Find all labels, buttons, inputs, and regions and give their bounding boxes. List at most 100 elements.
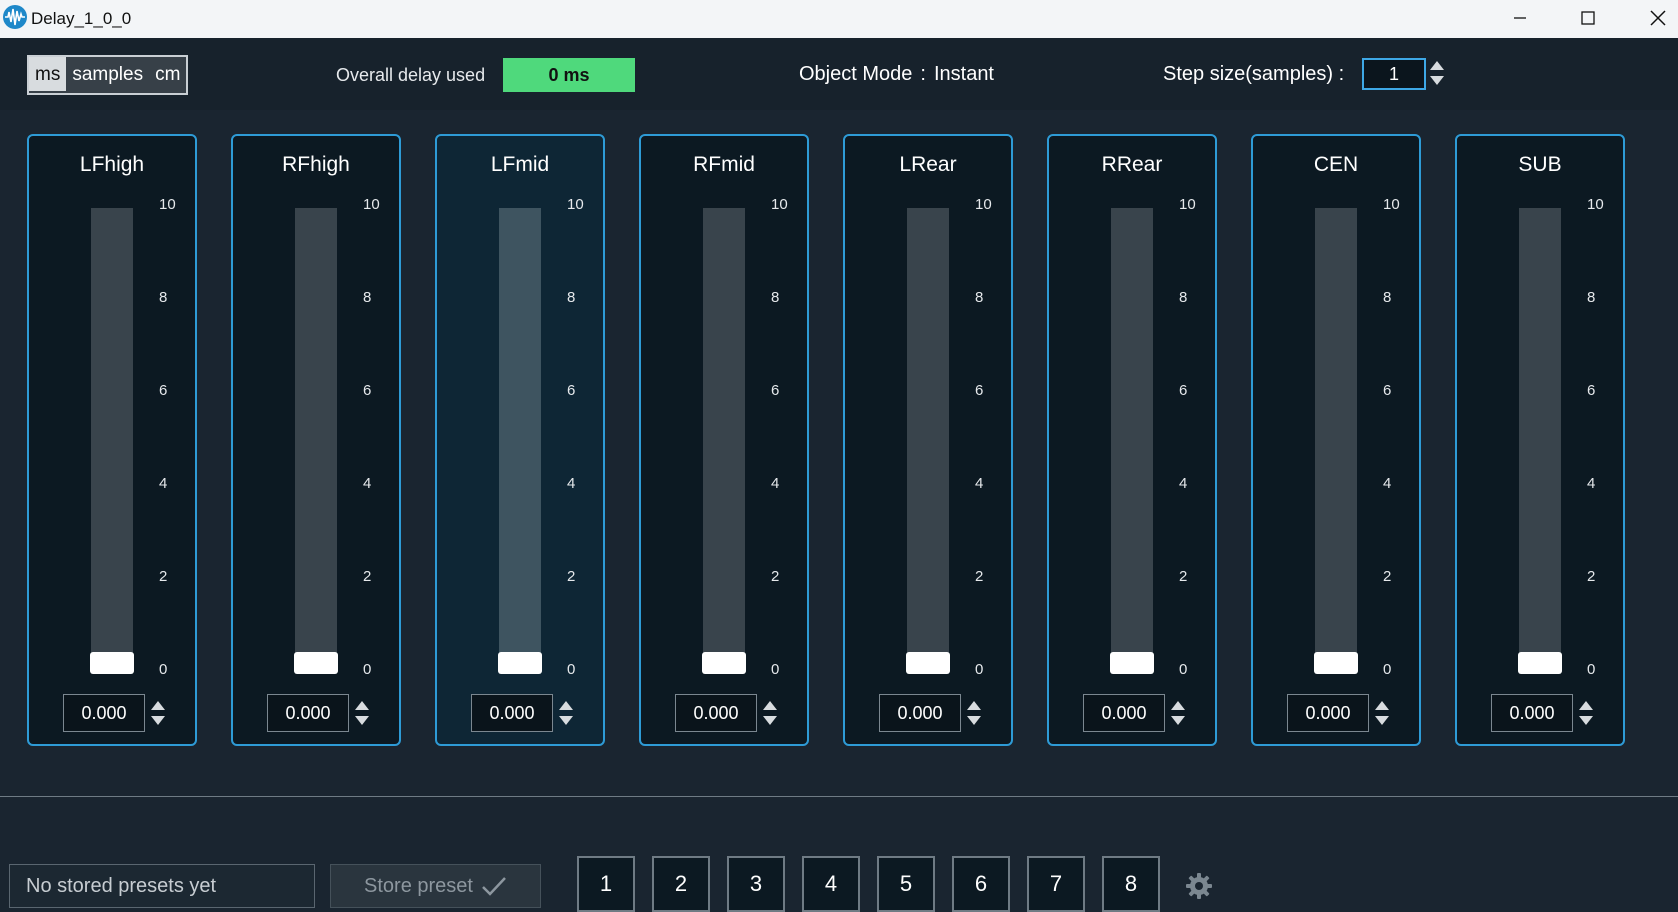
delay-slider-track[interactable] bbox=[907, 208, 949, 672]
scale-tick: 10 bbox=[975, 196, 992, 213]
minimize-button[interactable] bbox=[1492, 0, 1548, 36]
delay-slider-track[interactable] bbox=[91, 208, 133, 672]
delay-value-input[interactable]: 0.000 bbox=[267, 694, 349, 732]
waveform-icon bbox=[3, 5, 27, 29]
preset-slot-button[interactable]: 5 bbox=[877, 856, 935, 912]
increment-icon[interactable] bbox=[151, 701, 165, 710]
delay-slider-handle[interactable] bbox=[1314, 652, 1358, 674]
delay-slider-handle[interactable] bbox=[702, 652, 746, 674]
delay-slider-handle[interactable] bbox=[90, 652, 134, 674]
scale-tick: 6 bbox=[567, 382, 576, 399]
increment-icon[interactable] bbox=[763, 701, 777, 710]
delay-value-spinner[interactable] bbox=[559, 699, 575, 729]
scale-tick: 0 bbox=[1587, 661, 1596, 678]
delay-value-spinner[interactable] bbox=[151, 699, 167, 729]
delay-slider-track[interactable] bbox=[295, 208, 337, 672]
close-icon bbox=[1650, 10, 1666, 26]
store-preset-button[interactable]: Store preset bbox=[330, 864, 541, 908]
unit-ms-button[interactable]: ms bbox=[29, 57, 67, 91]
increment-icon[interactable] bbox=[559, 701, 573, 710]
close-button[interactable] bbox=[1630, 0, 1678, 36]
delay-value-input[interactable]: 0.000 bbox=[1287, 694, 1369, 732]
scale-tick: 10 bbox=[567, 196, 584, 213]
delay-value-input[interactable]: 0.000 bbox=[1491, 694, 1573, 732]
channel-name: RFhigh bbox=[282, 153, 350, 176]
maximize-button[interactable] bbox=[1560, 0, 1616, 36]
delay-value-spinner[interactable] bbox=[1375, 699, 1391, 729]
decrement-icon[interactable] bbox=[967, 716, 981, 725]
increment-icon[interactable] bbox=[967, 701, 981, 710]
scale-tick: 4 bbox=[771, 475, 780, 492]
step-size-input[interactable]: 1 bbox=[1362, 58, 1426, 90]
channel-panel-lrear: LRear 10 8 6 4 2 0 0.000 bbox=[843, 134, 1013, 746]
decrement-icon[interactable] bbox=[151, 716, 165, 725]
delay-slider-handle[interactable] bbox=[294, 652, 338, 674]
scale-tick: 0 bbox=[771, 661, 780, 678]
decrement-icon[interactable] bbox=[1579, 716, 1593, 725]
channel-name: LRear bbox=[899, 153, 957, 176]
scale-tick: 8 bbox=[567, 289, 576, 306]
unit-cm-button[interactable]: cm bbox=[149, 57, 186, 91]
delay-slider-track[interactable] bbox=[1519, 208, 1561, 672]
preset-dropdown[interactable]: No stored presets yet bbox=[9, 864, 315, 908]
delay-value-input[interactable]: 0.000 bbox=[675, 694, 757, 732]
delay-value-spinner[interactable] bbox=[763, 699, 779, 729]
increment-icon[interactable] bbox=[1171, 701, 1185, 710]
scale-tick: 0 bbox=[975, 661, 984, 678]
delay-value-input[interactable]: 0.000 bbox=[63, 694, 145, 732]
scale-tick: 4 bbox=[1179, 475, 1188, 492]
delay-slider-track[interactable] bbox=[499, 208, 541, 672]
increment-icon[interactable] bbox=[1375, 701, 1389, 710]
scale-tick: 0 bbox=[1383, 661, 1392, 678]
preset-slot-button[interactable]: 3 bbox=[727, 856, 785, 912]
decrement-icon[interactable] bbox=[355, 716, 369, 725]
delay-value-spinner[interactable] bbox=[967, 699, 983, 729]
window-title: Delay_1_0_0 bbox=[31, 9, 132, 28]
step-size-spinner[interactable] bbox=[1430, 59, 1446, 89]
preset-slot-button[interactable]: 4 bbox=[802, 856, 860, 912]
preset-slot-button[interactable]: 2 bbox=[652, 856, 710, 912]
store-preset-label: Store preset bbox=[364, 874, 473, 897]
decrement-icon[interactable] bbox=[763, 716, 777, 725]
scale-tick: 2 bbox=[1383, 568, 1392, 585]
scale-tick: 6 bbox=[363, 382, 372, 399]
preset-slot-button[interactable]: 6 bbox=[952, 856, 1010, 912]
scale-tick: 0 bbox=[159, 661, 168, 678]
delay-value-spinner[interactable] bbox=[1171, 699, 1187, 729]
checkmark-icon bbox=[482, 877, 506, 896]
scale-tick: 6 bbox=[975, 382, 984, 399]
channel-panel-rfmid: RFmid 10 8 6 4 2 0 0.000 bbox=[639, 134, 809, 746]
scale-tick: 2 bbox=[567, 568, 576, 585]
unit-samples-button[interactable]: samples bbox=[66, 57, 149, 91]
delay-slider-track[interactable] bbox=[1111, 208, 1153, 672]
delay-slider-handle[interactable] bbox=[906, 652, 950, 674]
delay-value-spinner[interactable] bbox=[355, 699, 371, 729]
scale-tick: 6 bbox=[159, 382, 168, 399]
delay-value-input[interactable]: 0.000 bbox=[879, 694, 961, 732]
delay-value-spinner[interactable] bbox=[1579, 699, 1595, 729]
step-up-icon[interactable] bbox=[1430, 61, 1444, 70]
step-down-icon[interactable] bbox=[1430, 76, 1444, 85]
decrement-icon[interactable] bbox=[1375, 716, 1389, 725]
delay-slider-handle[interactable] bbox=[1110, 652, 1154, 674]
channel-panel-sub: SUB 10 8 6 4 2 0 0.000 bbox=[1455, 134, 1625, 746]
preset-slot-button[interactable]: 1 bbox=[577, 856, 635, 912]
preset-slot-button[interactable]: 8 bbox=[1102, 856, 1160, 912]
scale-tick: 0 bbox=[567, 661, 576, 678]
decrement-icon[interactable] bbox=[1171, 716, 1185, 725]
object-mode-value: Instant bbox=[933, 63, 994, 85]
delay-slider-handle[interactable] bbox=[1518, 652, 1562, 674]
decrement-icon[interactable] bbox=[559, 716, 573, 725]
delay-value-input[interactable]: 0.000 bbox=[471, 694, 553, 732]
scale-tick: 10 bbox=[1587, 196, 1604, 213]
increment-icon[interactable] bbox=[355, 701, 369, 710]
delay-slider-track[interactable] bbox=[703, 208, 745, 672]
gear-icon[interactable] bbox=[1185, 872, 1213, 900]
channel-panel-rfhigh: RFhigh 10 8 6 4 2 0 0.000 bbox=[231, 134, 401, 746]
delay-slider-track[interactable] bbox=[1315, 208, 1357, 672]
scale-tick: 6 bbox=[1383, 382, 1392, 399]
preset-slot-button[interactable]: 7 bbox=[1027, 856, 1085, 912]
increment-icon[interactable] bbox=[1579, 701, 1593, 710]
delay-slider-handle[interactable] bbox=[498, 652, 542, 674]
delay-value-input[interactable]: 0.000 bbox=[1083, 694, 1165, 732]
